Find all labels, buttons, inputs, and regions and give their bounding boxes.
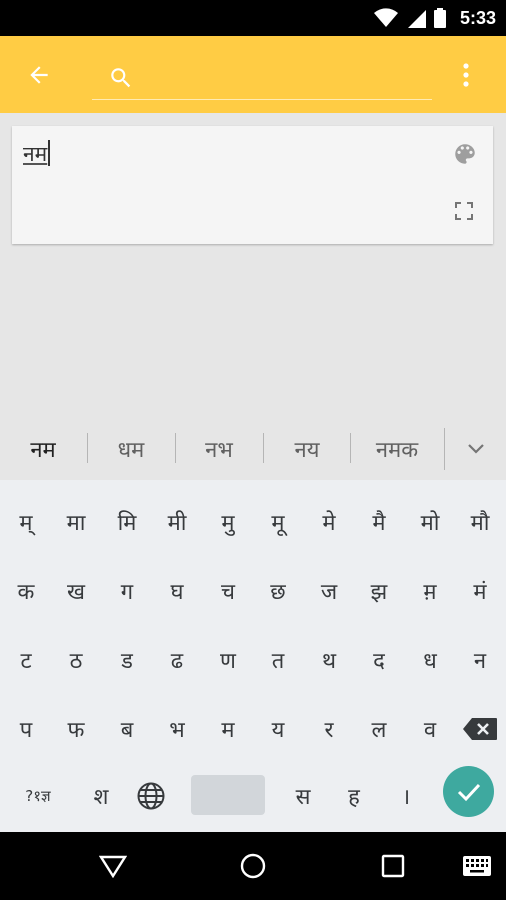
- app-bar: [0, 36, 506, 113]
- suggestion-5[interactable]: नमक: [351, 418, 443, 480]
- key[interactable]: त: [253, 626, 303, 694]
- key[interactable]: मे: [304, 488, 354, 556]
- wifi-icon: [373, 8, 398, 27]
- suggestion-strip: नम धम नभ नय नमक: [0, 418, 506, 480]
- palette-icon: [455, 144, 475, 164]
- key[interactable]: मी: [152, 488, 202, 556]
- keyboard: म् मा मि मी मु मू मे मै मो मौ क ख ग घ च …: [0, 480, 506, 832]
- status-time: 5:33: [459, 7, 496, 28]
- key[interactable]: ह: [329, 762, 379, 830]
- key[interactable]: क: [1, 557, 51, 625]
- key[interactable]: मा: [51, 488, 101, 556]
- key[interactable]: फ: [51, 695, 101, 763]
- key[interactable]: न: [455, 626, 505, 694]
- more-vert-icon: [463, 63, 469, 87]
- key[interactable]: ख: [51, 557, 101, 625]
- key[interactable]: भ: [152, 695, 202, 763]
- key[interactable]: ध: [405, 626, 455, 694]
- chevron-down-icon: [468, 444, 484, 454]
- nav-back-button[interactable]: [93, 846, 133, 886]
- search-icon: [106, 63, 136, 93]
- status-icons: 5:33: [373, 0, 496, 36]
- suggestion-4[interactable]: नय: [264, 418, 350, 480]
- back-button[interactable]: [22, 58, 56, 92]
- key[interactable]: ट: [1, 626, 51, 694]
- key[interactable]: छ: [253, 557, 303, 625]
- suggestion-3[interactable]: नभ: [176, 418, 262, 480]
- key[interactable]: ब: [102, 695, 152, 763]
- key[interactable]: ण: [203, 626, 253, 694]
- key[interactable]: ।: [381, 762, 431, 830]
- overflow-menu-button[interactable]: [452, 58, 480, 92]
- key[interactable]: स: [278, 762, 328, 830]
- backspace-icon: [463, 718, 497, 740]
- key[interactable]: मो: [405, 488, 455, 556]
- symbols-key[interactable]: ?१ज्ञ: [13, 762, 63, 830]
- suggestion-2[interactable]: धम: [88, 418, 174, 480]
- key[interactable]: श: [76, 762, 126, 830]
- fullscreen-button[interactable]: [453, 200, 475, 222]
- key[interactable]: ड: [102, 626, 152, 694]
- expand-suggestions-button[interactable]: [446, 418, 506, 480]
- key[interactable]: म़: [405, 557, 455, 625]
- key[interactable]: र: [304, 695, 354, 763]
- globe-icon: [137, 782, 165, 810]
- fullscreen-icon: [455, 202, 473, 220]
- recents-square-icon: [381, 854, 405, 878]
- nav-keyboard-switch-button[interactable]: [457, 846, 497, 886]
- compose-card[interactable]: नम: [12, 126, 493, 244]
- key[interactable]: ढ: [152, 626, 202, 694]
- key[interactable]: म: [203, 695, 253, 763]
- key[interactable]: ठ: [51, 626, 101, 694]
- key[interactable]: व: [405, 695, 455, 763]
- arrow-back-icon: [30, 66, 48, 84]
- key[interactable]: मौ: [455, 488, 505, 556]
- compose-text: नम: [23, 142, 48, 166]
- key[interactable]: म्: [1, 488, 51, 556]
- key[interactable]: थ: [304, 626, 354, 694]
- nav-home-button[interactable]: [233, 846, 273, 886]
- key[interactable]: मै: [354, 488, 404, 556]
- nav-recents-button[interactable]: [373, 846, 413, 886]
- key[interactable]: च: [203, 557, 253, 625]
- home-circle-icon: [240, 853, 266, 879]
- checkmark-icon: [457, 783, 480, 801]
- text-caret: [48, 140, 51, 166]
- navigation-bar: [0, 832, 506, 900]
- suggestion-1[interactable]: नम: [0, 418, 86, 480]
- battery-icon: [433, 8, 446, 28]
- key[interactable]: द: [354, 626, 404, 694]
- enter-key[interactable]: [443, 766, 494, 817]
- key[interactable]: ल: [354, 695, 404, 763]
- key[interactable]: घ: [152, 557, 202, 625]
- keyboard-switch-icon: [463, 856, 491, 876]
- key[interactable]: मि: [102, 488, 152, 556]
- key[interactable]: ज: [304, 557, 354, 625]
- key[interactable]: झ: [354, 557, 404, 625]
- key[interactable]: ग: [102, 557, 152, 625]
- back-triangle-icon: [99, 855, 127, 878]
- palette-button[interactable]: [451, 140, 479, 168]
- search-input[interactable]: [146, 58, 426, 96]
- space-key[interactable]: [191, 775, 265, 815]
- status-bar: 5:33: [0, 0, 506, 36]
- signal-icon: [407, 10, 426, 28]
- language-key[interactable]: [126, 762, 176, 830]
- search-area[interactable]: [92, 54, 432, 100]
- key[interactable]: य: [253, 695, 303, 763]
- backspace-key[interactable]: [455, 695, 505, 763]
- key[interactable]: मं: [455, 557, 505, 625]
- suggestion-divider: [444, 428, 445, 470]
- key[interactable]: प: [1, 695, 51, 763]
- key[interactable]: मू: [253, 488, 303, 556]
- key[interactable]: मु: [203, 488, 253, 556]
- compose-text-field[interactable]: नम: [23, 140, 51, 168]
